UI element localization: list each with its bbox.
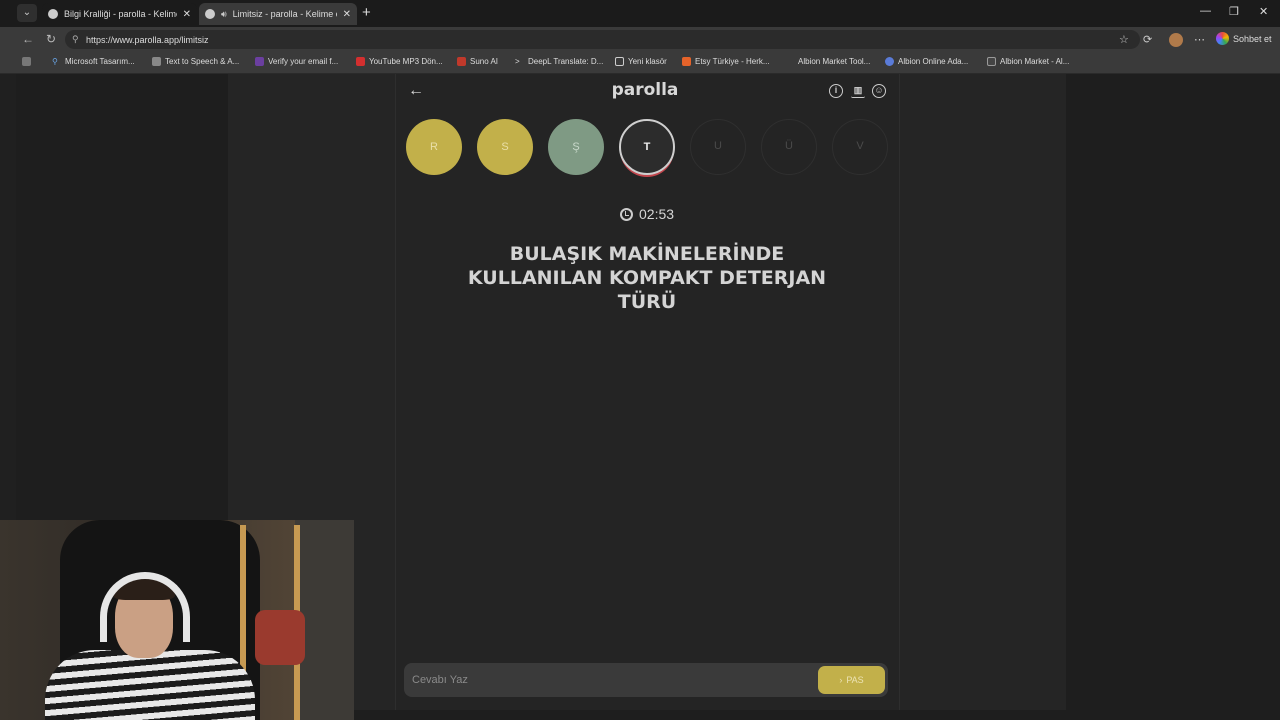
tab-close-icon[interactable]: ✕: [343, 9, 351, 20]
bookmark-item[interactable]: Albion Online Ada...: [885, 57, 968, 66]
timer: 02:53: [620, 206, 674, 222]
new-tab-button[interactable]: +: [362, 4, 371, 21]
bookmark-item[interactable]: Text to Speech & A...: [152, 57, 239, 66]
url-text[interactable]: https://www.parolla.app/limitsiz: [86, 35, 209, 45]
clock-icon: [620, 207, 633, 221]
letter-circle-pending: V: [832, 119, 888, 175]
letter-circle-pending: Ü: [761, 119, 817, 175]
tab-search-button[interactable]: ⌄: [17, 4, 37, 22]
site-info-icon[interactable]: ⚲: [72, 34, 79, 45]
reload-icon[interactable]: ↻: [46, 32, 56, 46]
star-icon[interactable]: ☆: [1119, 33, 1129, 46]
more-menu-icon[interactable]: ⋯: [1194, 33, 1205, 46]
letter-circle-passed: Ş: [548, 119, 604, 175]
profile-avatar[interactable]: [1169, 33, 1183, 47]
minimize-button[interactable]: —: [1200, 5, 1211, 17]
bookmark-item[interactable]: Verify your email f...: [255, 57, 338, 66]
timer-value: 02:53: [639, 206, 675, 222]
bookmark-item[interactable]: Suno AI: [457, 57, 498, 66]
user-icon[interactable]: ☺: [872, 84, 886, 98]
restore-button[interactable]: ❐: [1229, 5, 1239, 18]
bookmark-item[interactable]: Albion Market - Al...: [987, 57, 1069, 66]
tab-bar: ⌄ Bilgi Kralliği - parolla - Kelime oyu …: [0, 0, 1280, 27]
chevron-right-icon: ›: [839, 675, 843, 685]
back-arrow-icon[interactable]: ←: [408, 82, 424, 100]
app-logo[interactable]: parolla: [560, 80, 730, 100]
tab-title: Limitsiz - parolla - Kelime oyu: [232, 9, 337, 19]
close-window-button[interactable]: ✕: [1259, 5, 1268, 18]
bookmarks-menu-icon[interactable]: [22, 57, 31, 66]
chat-label: Sohbet et: [1233, 33, 1272, 44]
letter-circle-pending: U: [690, 119, 746, 175]
url-field[interactable]: [65, 30, 1140, 49]
letter-circle-correct: R: [406, 119, 462, 175]
answer-input[interactable]: [412, 669, 802, 691]
webcam-cloth: [255, 610, 305, 665]
pass-button[interactable]: › PAS: [818, 666, 885, 694]
extensions-icon[interactable]: ⟳: [1143, 33, 1152, 46]
copilot-icon: [1216, 32, 1229, 45]
tab-bilgi-kralligi[interactable]: Bilgi Kralliği - parolla - Kelime oyu ✕: [42, 3, 197, 25]
tab-favicon-icon: [48, 9, 58, 19]
pass-label: PAS: [846, 675, 864, 685]
stats-icon[interactable]: ▥: [851, 84, 865, 98]
bookmark-item[interactable]: Etsy Türkiye - Herk...: [682, 57, 770, 66]
bookmark-folder[interactable]: Yeni klasör: [615, 57, 667, 66]
tab-favicon-icon: [205, 9, 215, 19]
bookmark-item[interactable]: ⚲ Microsoft Tasarım...: [52, 57, 135, 66]
tab-close-icon[interactable]: ✕: [183, 9, 191, 20]
letter-circle-active: T: [619, 119, 675, 175]
tab-title: Bilgi Kralliği - parolla - Kelime oyu: [64, 9, 177, 19]
chat-button[interactable]: Sohbet et: [1216, 32, 1272, 45]
webcam-person-body: [45, 650, 255, 720]
bookmark-item[interactable]: Albion Market Tool...: [785, 57, 870, 66]
question-text: BULAŞIK MAKİNELERİNDE KULLANILAN KOMPAKT…: [467, 243, 827, 313]
webcam-overlay: [0, 520, 354, 720]
info-icon[interactable]: i: [829, 84, 843, 98]
tab-limitsiz[interactable]: 🔊︎ Limitsiz - parolla - Kelime oyu ✕: [199, 3, 357, 25]
address-bar: ← ↻ ⚲ https://www.parolla.app/limitsiz ☆…: [0, 27, 1280, 52]
bookmarks-bar: ⚲ Microsoft Tasarım... Text to Speech & A…: [0, 52, 1280, 74]
back-arrow-icon[interactable]: ←: [22, 32, 34, 46]
letter-circle-correct: S: [477, 119, 533, 175]
bookmark-item[interactable]: > DeepL Translate: D...: [515, 57, 603, 66]
speaker-icon[interactable]: 🔊︎: [221, 9, 227, 20]
bookmark-item[interactable]: YouTube MP3 Dön...: [356, 57, 443, 66]
